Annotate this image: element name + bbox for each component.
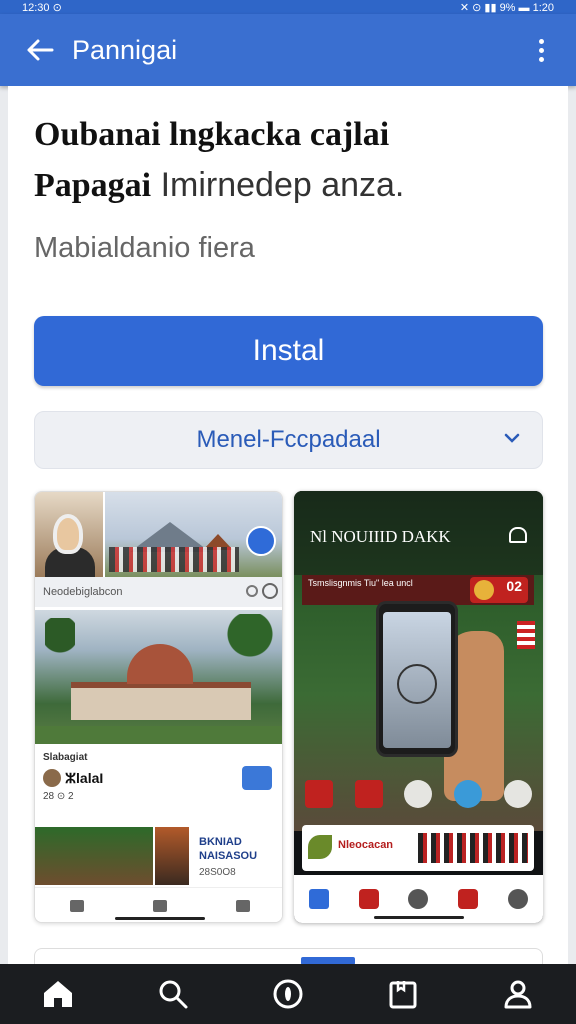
bottom-navigation [0, 964, 576, 1024]
more-dot-icon [538, 47, 544, 53]
figure-face [53, 514, 83, 554]
media-title-line: BKNIAD [199, 836, 242, 848]
home-icon [69, 899, 84, 912]
map-pin-icon [354, 780, 383, 808]
preview-info-text: ⵣlalaI [65, 769, 104, 786]
people-shape [418, 833, 528, 863]
chevron-down-icon [504, 433, 520, 443]
home-icon [308, 889, 329, 909]
nav-home[interactable] [30, 966, 86, 1022]
leaf-icon [308, 835, 332, 859]
app-bar: Pannigai [0, 14, 576, 86]
preview-nav-bar [294, 875, 543, 923]
avatar [43, 769, 61, 787]
status-time: 12:30 ⊙ [22, 1, 62, 14]
heart-icon [509, 527, 527, 543]
phone-mockup [376, 601, 458, 757]
preview-info-block: Slabagiat ⵣlalaI 28 ⊙ 2 [35, 744, 282, 824]
media-title: BKNIAD NAISASOU [199, 835, 257, 863]
game-icon [235, 899, 250, 912]
home-icon [43, 981, 72, 1007]
temple-icon [504, 780, 533, 808]
next-card-peek [34, 948, 543, 965]
gesture-bar [115, 917, 205, 920]
nav-discover[interactable] [260, 966, 316, 1022]
preview-nav-bar [35, 887, 282, 922]
nav-search[interactable] [145, 966, 201, 1022]
preview-thumbnail [35, 492, 105, 577]
crowd-shape [109, 547, 239, 572]
preview-promo-strip: Nleocacan [302, 825, 534, 871]
house-icon [304, 780, 333, 808]
back-button[interactable] [20, 30, 60, 70]
app-name-line: Papagai Imirnedep anza. [34, 166, 404, 205]
heart-icon [152, 899, 167, 912]
app-tagline: Imirnedep anza. [151, 166, 405, 204]
map-icon [358, 889, 379, 909]
gesture-bar [374, 916, 464, 919]
nav-library[interactable] [375, 966, 431, 1022]
heart-icon [458, 889, 479, 909]
promo-text: Nleocacan [338, 839, 394, 851]
compass-icon [454, 780, 483, 808]
preview-info-caption: Slabagiat [43, 752, 88, 763]
ground-shape [35, 726, 282, 744]
preview-hero-image [35, 610, 282, 744]
preview-search-bar: Neodebiglabcon [35, 577, 282, 607]
nav-profile[interactable] [490, 966, 546, 1022]
preview-search-text: Neodebiglabcon [43, 586, 123, 598]
app-name: Papagai [34, 167, 152, 204]
chat-icon [242, 766, 272, 790]
app-detail-content: Oubanai lngkacka cajlai Papagai Imirnede… [8, 86, 568, 965]
profile-icon [504, 980, 532, 1009]
media-title-line: NAISASOU [199, 850, 258, 862]
preview-title: Nl NOUIIID DAKK [310, 527, 451, 546]
preview-header-image [35, 492, 282, 577]
building-shape [71, 682, 251, 720]
compass-icon [397, 664, 437, 704]
search-icon [159, 980, 188, 1009]
screenshot-preview-2[interactable]: Nl NOUIIID DAKK Tsmslisgnmis Tiu" lea un… [294, 491, 543, 923]
search-icon [246, 585, 258, 597]
status-icons: ✕ ⊙ ▮▮ 9% ▬ 1:20 [459, 1, 554, 14]
install-button[interactable]: Instal [34, 316, 543, 386]
more-options-button[interactable] [526, 30, 556, 70]
preview-banner-text: Tsmslisgnmis Tiu" lea uncl [308, 578, 413, 588]
dropdown-label: Menel-Fccpadaal [196, 426, 381, 453]
flag-shape [517, 621, 535, 649]
more-dot-icon [538, 56, 544, 62]
preview-badge: 02 [470, 577, 528, 603]
badge-emblem-icon [474, 580, 494, 600]
preview-fab-icon [246, 526, 276, 556]
back-arrow-icon [27, 39, 54, 61]
preview-icon-row [294, 771, 543, 817]
chat-icon [508, 889, 529, 909]
screenshot-preview-1[interactable]: Neodebiglabcon Slabagiat ⵣlalaI 28 ⊙ 2 B… [34, 491, 283, 923]
camera-icon [262, 583, 278, 599]
compass-icon [408, 889, 429, 909]
preview-header: Nl NOUIIID DAKK [294, 491, 543, 575]
badge-number: 02 [506, 578, 522, 594]
person-icon [404, 780, 433, 808]
developer-name: Mabialdanio fiera [34, 232, 255, 264]
media-thumbnail [35, 827, 153, 885]
media-subtitle: 28S0O8 [199, 867, 236, 878]
dome-shape [127, 644, 193, 684]
status-bar: 12:30 ⊙ ✕ ⊙ ▮▮ 9% ▬ 1:20 [0, 0, 576, 14]
temple-shape [203, 520, 233, 550]
preview-info-count: 28 ⊙ 2 [43, 791, 74, 802]
library-icon [389, 981, 417, 1009]
app-bar-title: Pannigai [72, 34, 178, 65]
app-headline: Oubanai lngkacka cajlai [34, 116, 390, 153]
discover-icon [273, 979, 303, 1009]
more-dot-icon [538, 38, 544, 44]
preview-media-strip: BKNIAD NAISASOU 28S0O8 [35, 827, 282, 885]
media-thumbnail [155, 827, 189, 885]
details-dropdown[interactable]: Menel-Fccpadaal [34, 411, 543, 469]
